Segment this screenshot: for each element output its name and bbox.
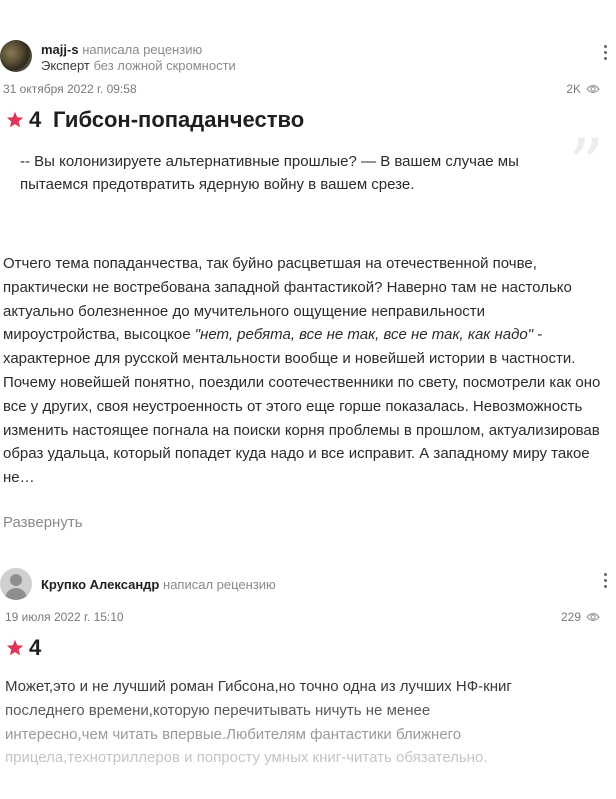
star-icon [6,639,24,661]
more-vertical-icon[interactable] [602,573,608,593]
expand-link[interactable]: Развернуть [3,514,83,531]
review-body-quote: "нет, ребята, все не так, все не так, ка… [194,326,534,344]
review-body-p2: Почему новейшей понятно, поездили соотеч… [3,373,601,487]
author-rank: Эксперт [41,58,90,73]
author-rank-desc: без ложной скромности [93,58,236,73]
eye-icon [586,612,600,622]
review-card: majj-s написала рецензию Эксперт без лож… [0,38,616,531]
avatar[interactable] [0,568,32,600]
review-body-line: прицела,технотриллеров и попросту умных … [5,749,488,767]
avatar[interactable] [0,40,32,72]
review-meta: 19 июля 2022 г. 15:10 229 [0,606,616,628]
star-icon [6,111,24,133]
review-meta: 31 октября 2022 г. 09:58 2K [0,78,616,100]
rating-value: 4 [29,635,42,660]
quote-mark-icon: ” [568,124,604,206]
review-title-line: 4 Гибсон-попаданчество [0,100,616,140]
author-name[interactable]: majj-s [41,42,79,57]
view-count: 2K [566,82,600,96]
review-body: Может,это и не лучший роман Гибсона,но т… [5,675,601,770]
view-count: 229 [561,610,600,624]
review-title-line: 4 [0,628,616,668]
author-name[interactable]: Крупко Александр [41,577,159,592]
review-author-block: majj-s написала рецензию Эксперт без лож… [0,38,616,78]
review-card: Крупко Александр написал рецензию 19 июл… [0,566,616,766]
review-date: 31 октября 2022 г. 09:58 [3,82,137,96]
epigraph-text: -- Вы колонизируете альтернативные прошл… [20,153,519,193]
author-action: написал рецензию [163,577,276,592]
review-body-line: интересно,чем читать впервые.Любителям ф… [5,725,462,743]
more-vertical-icon[interactable] [602,45,608,65]
review-author-block: Крупко Александр написал рецензию [0,566,616,606]
epigraph: -- Вы колонизируете альтернативные прошл… [0,130,616,214]
author-action: написала рецензию [82,42,203,57]
review-date: 19 июля 2022 г. 15:10 [5,610,124,624]
review-body-line: последнего времени,которую перечитывать … [5,701,431,719]
rating-value: 4 [29,107,42,132]
review-body-line: Может,это и не лучший роман Гибсона,но т… [5,678,512,695]
eye-icon [586,84,600,94]
review-title[interactable]: Гибсон-попаданчество [53,107,304,133]
review-body: Отчего тема попаданчества, так буйно рас… [3,252,601,490]
view-count-value: 2K [566,82,581,96]
view-count-value: 229 [560,610,581,624]
